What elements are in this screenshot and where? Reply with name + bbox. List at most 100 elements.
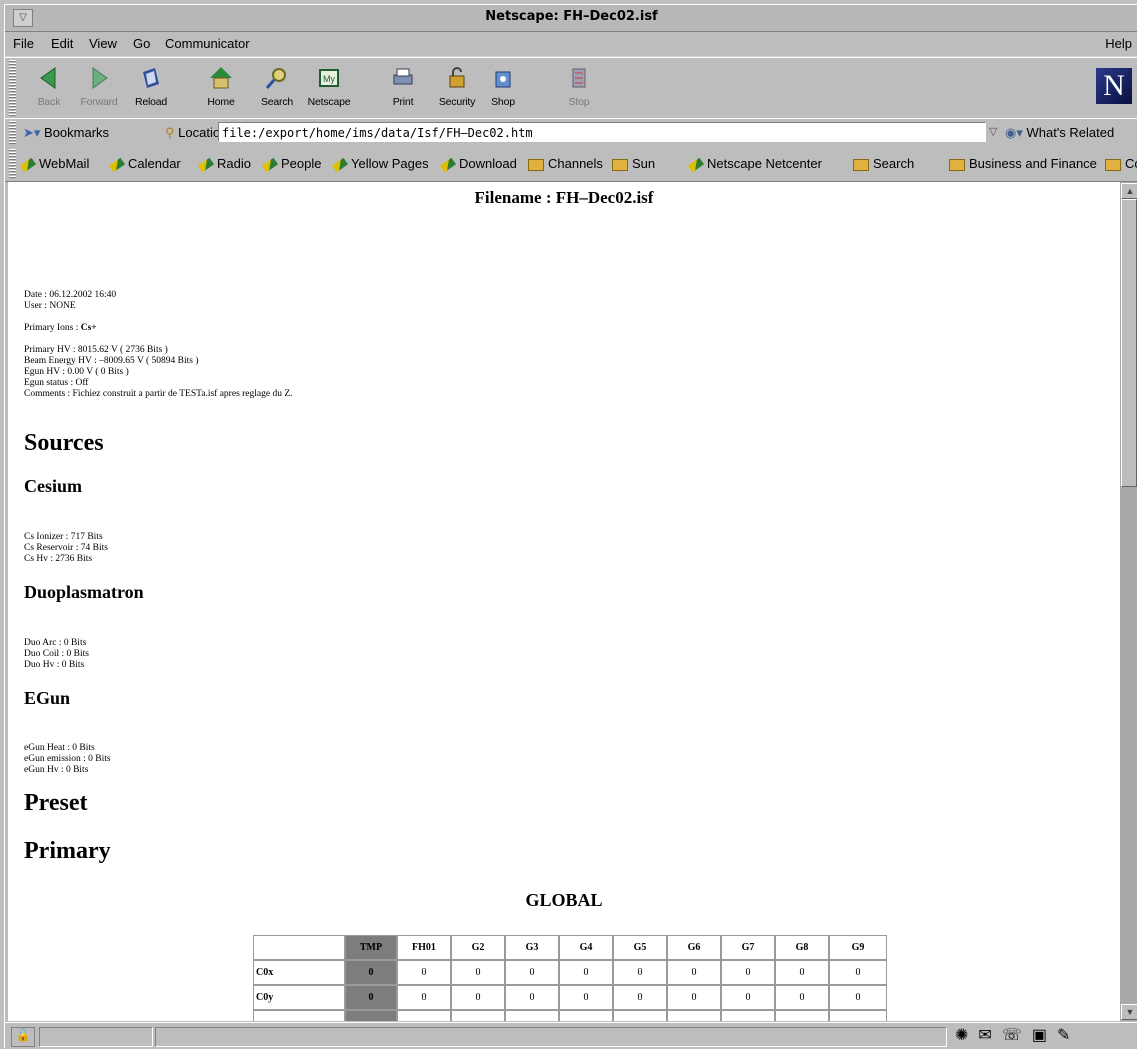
personal-item-calendar[interactable]: Calendar xyxy=(108,156,181,172)
security-lock-icon[interactable]: 🔓 xyxy=(11,1027,35,1047)
personal-item-yellow-pages[interactable]: Yellow Pages xyxy=(331,156,429,172)
cs-reservoir-text: Cs Reservoir : 74 Bits xyxy=(24,543,108,553)
table-cell: 0 xyxy=(451,960,505,985)
scrollbar-thumb[interactable] xyxy=(1121,199,1137,487)
vertical-scrollbar[interactable]: ▲ ▼ xyxy=(1120,182,1137,1021)
table-header-cell: G3 xyxy=(505,935,559,960)
table-cell: 0 xyxy=(451,985,505,1010)
personal-item-co[interactable]: Co xyxy=(1105,156,1137,171)
duo-hv-text: Duo Hv : 0 Bits xyxy=(24,660,85,670)
sources-heading: Sources xyxy=(24,430,104,456)
search-button[interactable]: Search xyxy=(249,62,305,114)
composer-icon[interactable]: ▣ xyxy=(1032,1027,1057,1044)
scroll-down-icon[interactable]: ▼ xyxy=(1121,1004,1137,1020)
table-header-cell: G9 xyxy=(829,935,887,960)
menu-edit[interactable]: Edit xyxy=(51,36,73,51)
bookmarks-button[interactable]: ➤▾ Bookmarks xyxy=(23,125,109,141)
personal-item-sun[interactable]: Sun xyxy=(612,156,655,171)
egun-heading: EGun xyxy=(24,688,71,708)
personal-item-business-finance[interactable]: Business and Finance xyxy=(949,156,1097,171)
menu-help[interactable]: Help xyxy=(1105,36,1132,51)
table-row: C0y 0 0 0 0 0 0 0 0 0 0 xyxy=(253,985,887,1010)
printer-icon xyxy=(393,68,413,85)
stop-button[interactable]: Stop xyxy=(551,62,607,114)
table-cell: 0 xyxy=(721,960,775,985)
folder-icon xyxy=(528,158,544,171)
stop-icon xyxy=(572,68,586,88)
date-text: Date : 06.12.2002 16:40 xyxy=(24,290,117,300)
location-toolbar: ➤▾ Bookmarks ⚲ Location: file:/export/ho… xyxy=(5,118,1137,148)
location-url-field[interactable]: file:/export/home/ims/data/Isf/FH–Dec02.… xyxy=(218,122,986,142)
window-title: Netscape: FH–Dec02.isf xyxy=(485,9,658,24)
bookmark-link-icon xyxy=(439,157,457,172)
status-bar: 🔓 ✺✉☏▣✎ xyxy=(5,1022,1137,1049)
discussion-icon[interactable]: ☏ xyxy=(1002,1027,1032,1044)
whats-related-icon: ◉▾ xyxy=(1005,125,1027,140)
table-header-row: TMP FH01 G2 G3 G4 G5 G6 G7 G8 G9 xyxy=(253,935,887,960)
personal-grip[interactable] xyxy=(9,149,16,179)
table-cell: 0 xyxy=(559,985,613,1010)
personal-item-people[interactable]: People xyxy=(261,156,321,172)
navigator-icon[interactable]: ✺ xyxy=(955,1027,978,1044)
location-grip[interactable] xyxy=(9,121,16,145)
toolbar-grip[interactable] xyxy=(9,60,16,116)
egun-heat-text: eGun Heat : 0 Bits xyxy=(24,743,95,753)
cs-ionizer-text: Cs Ionizer : 717 Bits xyxy=(24,532,103,542)
bookmark-link-icon xyxy=(108,157,126,172)
user-text: User : NONE xyxy=(24,301,76,311)
scroll-up-icon[interactable]: ▲ xyxy=(1121,183,1137,199)
table-cell: 0 xyxy=(829,960,887,985)
menu-communicator[interactable]: Communicator xyxy=(165,36,250,51)
primary-heading: Primary xyxy=(24,838,111,864)
whats-related-button[interactable]: ◉▾ What's Related xyxy=(1005,125,1114,141)
menu-view[interactable]: View xyxy=(89,36,117,51)
table-cell: 0 xyxy=(613,985,667,1010)
bookmark-link-icon xyxy=(331,157,349,172)
netscape-button[interactable]: My Netscape xyxy=(301,62,357,114)
personal-item-channels[interactable]: Channels xyxy=(528,156,603,171)
duoplasmatron-heading: Duoplasmatron xyxy=(24,582,144,602)
shop-button[interactable]: Shop xyxy=(475,62,531,114)
table-cell: 0 xyxy=(613,960,667,985)
table-header-cell: G5 xyxy=(613,935,667,960)
back-button[interactable]: Back xyxy=(21,62,77,114)
navigation-toolbar: Back Forward Reload Home Search My Netsc… xyxy=(5,57,1137,119)
location-icon: ⚲ xyxy=(165,125,179,140)
folder-icon xyxy=(612,158,628,171)
netscape-logo[interactable]: N xyxy=(1096,68,1132,104)
file-metadata: Date : 06.12.2002 16:40 User : NONE Prim… xyxy=(24,290,293,400)
mail-icon[interactable]: ✉ xyxy=(978,1027,1001,1044)
personal-item-radio[interactable]: Radio xyxy=(197,156,251,172)
folder-icon xyxy=(853,158,869,171)
table-header-cell: G7 xyxy=(721,935,775,960)
table-cell: 0 xyxy=(345,960,397,985)
table-row-label: C0y xyxy=(253,985,345,1010)
url-history-dropdown-icon[interactable]: ▽ xyxy=(989,125,997,138)
table-cell: 0 xyxy=(721,985,775,1010)
browser-window: ▽ Netscape: FH–Dec02.isf File Edit View … xyxy=(4,4,1137,1049)
forward-arrow-icon xyxy=(92,67,108,89)
egun-hv-text: Egun HV : 0.00 V ( 0 Bits ) xyxy=(24,367,129,377)
forward-button[interactable]: Forward xyxy=(71,62,127,114)
edit-pen-icon[interactable]: ✎ xyxy=(1057,1027,1080,1044)
personal-item-netscape-netcenter[interactable]: Netscape Netcenter xyxy=(687,156,822,172)
bookmark-link-icon xyxy=(687,157,705,172)
menu-bar: File Edit View Go Communicator Help xyxy=(5,32,1137,57)
personal-item-webmail[interactable]: WebMail xyxy=(19,156,89,172)
menu-go[interactable]: Go xyxy=(133,36,150,51)
home-button[interactable]: Home xyxy=(193,62,249,114)
shopping-bag-icon xyxy=(495,71,511,88)
personal-item-download[interactable]: Download xyxy=(439,156,517,172)
egun-values: eGun Heat : 0 Bits eGun emission : 0 Bit… xyxy=(24,743,111,776)
search-icon xyxy=(265,68,286,89)
padlock-icon xyxy=(449,67,465,88)
primary-ions-text: Primary Ions : Cs+ xyxy=(24,323,97,333)
personal-toolbar: WebMail Calendar Radio People Yellow Pag… xyxy=(5,147,1137,182)
reload-button[interactable]: Reload xyxy=(123,62,179,114)
bookmark-link-icon xyxy=(19,157,37,172)
my-netscape-icon: My xyxy=(319,69,339,87)
personal-item-search[interactable]: Search xyxy=(853,156,914,171)
menu-file[interactable]: File xyxy=(13,36,34,51)
print-button[interactable]: Print xyxy=(375,62,431,114)
table-cell: 0 xyxy=(397,985,451,1010)
